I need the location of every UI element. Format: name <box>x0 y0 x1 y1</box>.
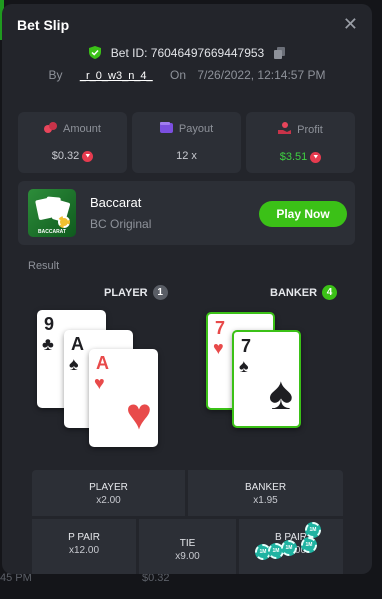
play-now-button[interactable]: Play Now <box>259 201 347 227</box>
bet-stats: Amount $0.32 Payout 12 x Profit $3.51 <box>18 112 355 173</box>
thumbnail-brand-text: BACCARAT <box>38 229 66 235</box>
baccarat-thumbnail[interactable]: BACCARAT <box>28 189 76 237</box>
card-rank: 7 <box>241 336 252 356</box>
amount-label-row: Amount <box>18 122 127 136</box>
trx-coin-icon <box>82 150 94 162</box>
bet-banker-cell: BANKER x1.95 <box>188 470 343 516</box>
amount-stat: Amount $0.32 <box>18 112 127 173</box>
chip-icon: 1M <box>301 537 317 553</box>
payout-stat: Payout 12 x <box>132 112 241 173</box>
trx-coin-icon <box>310 151 322 163</box>
banker-card-2: 7 ♠ ♠ <box>232 330 301 428</box>
bet-table: PLAYER x2.00 BANKER x1.95 P PAIR x12.00 … <box>32 470 343 574</box>
payout-value: 12 x <box>176 150 197 162</box>
player-label: PLAYER <box>104 286 148 299</box>
profit-stat: Profit $3.51 <box>246 112 355 173</box>
close-icon[interactable]: ✕ <box>343 15 358 33</box>
profit-label: Profit <box>297 123 323 136</box>
bet-player-label: PLAYER <box>89 482 128 493</box>
banker-label: BANKER <box>270 286 318 299</box>
profit-hand-icon <box>278 122 292 137</box>
spades-icon: ♠ <box>239 356 249 376</box>
bet-id-row: Bet ID: 76046497669447953 <box>2 46 372 62</box>
bet-banker-label: BANKER <box>244 482 287 493</box>
player-side-label: PLAYER 1 <box>104 285 168 300</box>
bet-tie-label: TIE <box>179 538 196 549</box>
hearts-icon: ♥ <box>94 373 105 393</box>
profit-value: $3.51 <box>279 151 308 163</box>
player-score-badge: 1 <box>152 285 168 300</box>
on-label: On <box>170 68 187 82</box>
username-link[interactable]: _r_0_w3_n_4_ <box>80 70 153 82</box>
banker-side-label: BANKER 4 <box>270 285 338 300</box>
coins-icon <box>44 122 58 136</box>
profit-label-row: Profit <box>246 122 355 137</box>
by-label: By <box>48 68 63 82</box>
chip-icon: 1M <box>305 522 321 538</box>
spades-large-icon: ♠ <box>268 367 293 419</box>
result-label: Result <box>28 260 60 272</box>
game-subtitle: BC Original <box>90 217 152 231</box>
dialog-header: Bet Slip ✕ <box>2 4 372 44</box>
bet-player-cell: PLAYER x2.00 <box>32 470 185 516</box>
game-name: Baccarat <box>90 195 142 210</box>
hearts-large-icon: ♥ <box>125 390 152 439</box>
hearts-icon: ♥ <box>213 338 224 358</box>
bet-b-pair-cell: B PAIR x12.00 1M 1M 1M 1M 1M <box>239 519 343 574</box>
spades-icon: ♠ <box>69 354 79 374</box>
profit-value-row: $3.51 <box>246 151 355 163</box>
card-rank: 9 <box>44 314 55 334</box>
copy-icon[interactable] <box>273 46 285 62</box>
bet-banker-mult: x1.95 <box>253 495 278 506</box>
wallet-icon <box>159 122 173 136</box>
bet-p-pair-mult: x12.00 <box>68 545 100 556</box>
bet-p-pair-label: P PAIR <box>68 532 100 543</box>
game-card: BACCARAT Baccarat BC Original Play Now <box>18 181 355 245</box>
card-rank: A <box>71 334 84 354</box>
player-card-3: A ♥ ♥ <box>89 349 158 447</box>
bet-tie-cell: TIE x9.00 <box>139 519 236 574</box>
dialog-title: Bet Slip <box>17 17 70 33</box>
payout-label: Payout <box>178 123 214 135</box>
bet-p-pair-cell: P PAIR x12.00 <box>32 519 136 574</box>
bet-owner-row: By _r_0_w3_n_4_ On 7/26/2022, 12:14:57 P… <box>2 68 372 82</box>
chip-icon: 1M <box>281 540 297 556</box>
bet-id-text: Bet ID: 76046497669447953 <box>110 46 265 61</box>
payout-label-row: Payout <box>132 122 241 136</box>
bet-slip-dialog: Bet Slip ✕ Bet ID: 76046497669447953 By … <box>2 4 372 574</box>
bet-player-mult: x2.00 <box>96 495 121 506</box>
clubs-icon: ♣ <box>42 334 54 354</box>
card-rank: 7 <box>215 318 226 338</box>
amount-value: $0.32 <box>51 150 80 162</box>
verified-shield-icon <box>89 46 102 62</box>
amount-value-row: $0.32 <box>18 150 127 162</box>
payout-value-row: 12 x <box>132 150 241 162</box>
card-rank: A <box>96 353 109 373</box>
bet-timestamp: 7/26/2022, 12:14:57 PM <box>197 68 326 82</box>
banker-score-badge: 4 <box>322 285 338 300</box>
bet-tie-mult: x9.00 <box>175 551 200 562</box>
amount-label: Amount <box>63 123 101 135</box>
